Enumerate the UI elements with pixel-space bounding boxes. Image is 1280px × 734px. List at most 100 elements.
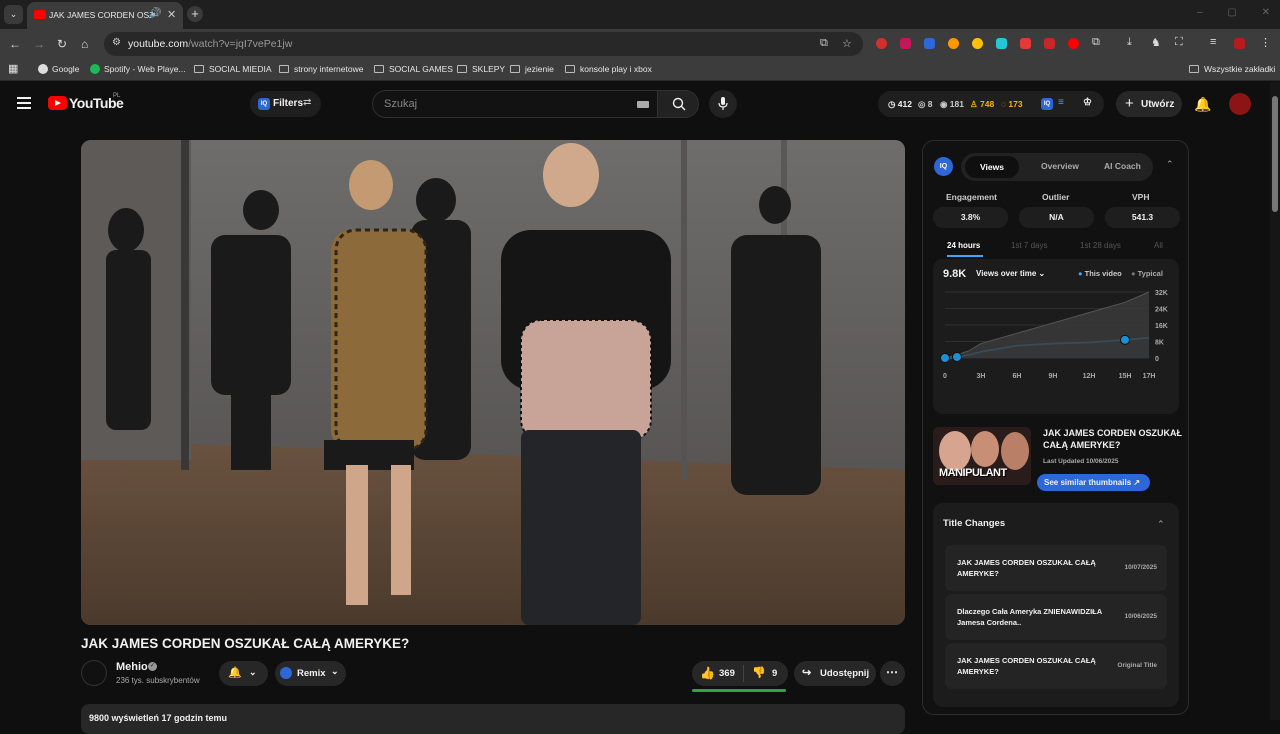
- microphone-icon: [718, 97, 728, 110]
- keyboard-icon[interactable]: [637, 101, 649, 108]
- chart-dropdown[interactable]: Views over time ⌄: [976, 269, 1045, 278]
- close-tab-icon[interactable]: ✕: [167, 8, 176, 21]
- new-tab-button[interactable]: +: [187, 6, 203, 22]
- range-first-7-days[interactable]: 1st 7 days: [1011, 241, 1047, 250]
- see-similar-thumbnails-button[interactable]: See similar thumbnails ↗: [1037, 474, 1150, 491]
- like-count[interactable]: 369: [719, 668, 735, 679]
- scrollbar-thumb[interactable]: [1272, 96, 1278, 212]
- extension-2-icon[interactable]: [900, 38, 911, 49]
- tab-overview[interactable]: Overview: [1041, 161, 1079, 171]
- tab-search-button[interactable]: ⌄: [4, 5, 23, 24]
- extension-9-icon[interactable]: [1068, 38, 1079, 49]
- account-avatar[interactable]: [1229, 93, 1251, 115]
- tab-ai-coach[interactable]: AI Coach: [1104, 161, 1141, 171]
- vidiq-logo-icon: IQ: [934, 157, 953, 176]
- forward-icon[interactable]: →: [33, 37, 45, 51]
- install-app-icon[interactable]: ⧉: [820, 37, 828, 50]
- extension-8-icon[interactable]: [1044, 38, 1055, 49]
- guide-menu-icon[interactable]: [17, 97, 31, 112]
- back-icon[interactable]: ←: [9, 37, 21, 51]
- share-button[interactable]: ↪ Udostępnij: [794, 661, 876, 686]
- bookmark-folder-konsole[interactable]: konsole play i xbox: [565, 64, 652, 74]
- bookmark-folder-strony[interactable]: strony internetowe: [279, 64, 363, 74]
- bookmark-folder-social-games[interactable]: SOCIAL GAMES: [374, 64, 453, 74]
- page-scrollbar[interactable]: [1270, 82, 1280, 720]
- vidiq-filters-button[interactable]: IQ Filters ⇄: [250, 91, 321, 117]
- extension-vidiq-icon[interactable]: [924, 38, 935, 49]
- youtube-header: YouTube PL IQ Filters ⇄ Szukaj ◷ 412 ◎ 8…: [0, 82, 1270, 126]
- search-input[interactable]: Szukaj: [372, 90, 658, 118]
- vidiq-icon[interactable]: IQ: [1041, 98, 1053, 110]
- range-first-28-days[interactable]: 1st 28 days: [1080, 241, 1121, 250]
- create-button[interactable]: + Utwórz: [1116, 91, 1182, 117]
- vidiq-stats-pill[interactable]: ◷ 412 ◎ 8 ◉ 181 ♙ 748 ◌ 173 IQ ≡ ♔: [878, 91, 1104, 117]
- reload-icon[interactable]: ↻: [57, 37, 67, 51]
- bookmark-folder-sklepy[interactable]: SKLEPY: [457, 64, 505, 74]
- extension-6-icon[interactable]: [996, 38, 1007, 49]
- video-title: JAK JAMES CORDEN OSZUKAŁ CAŁĄ AMERYKE?: [81, 636, 410, 651]
- metric-value-outlier: N/A: [1019, 207, 1094, 228]
- dislike-count: 9: [772, 668, 778, 679]
- site-info-icon[interactable]: ⚙: [112, 37, 121, 48]
- subscribed-bell-button[interactable]: 🔔 ⌄: [219, 661, 268, 686]
- collapse-chevron-icon[interactable]: ⌃: [1166, 159, 1174, 170]
- range-24-hours[interactable]: 24 hours: [947, 241, 980, 250]
- url-text[interactable]: youtube.com/watch?v=jqI7vePe1jw: [128, 38, 292, 50]
- extension-7-icon[interactable]: [1020, 38, 1031, 49]
- audio-playing-icon[interactable]: 🔊: [149, 8, 161, 19]
- list-icon[interactable]: ≡: [1058, 97, 1064, 108]
- translate-icon[interactable]: ⛶: [1175, 36, 1183, 49]
- extension-5-icon[interactable]: [972, 38, 983, 49]
- bookmark-folder-jezienie[interactable]: jezienie: [510, 64, 554, 74]
- browser-tab-strip: ⌄ JAK JAMES CORDEN OSZUK 🔊 ✕ + – ▢ ✕: [0, 0, 1280, 29]
- title-changes-heading: Title Changes: [943, 518, 1006, 529]
- extensions-puzzle-icon[interactable]: ⧉: [1092, 36, 1100, 49]
- stat-score: ◌ 173: [1001, 99, 1023, 109]
- youtube-logo-icon[interactable]: [48, 96, 67, 110]
- channel-name[interactable]: Mehio: [116, 661, 148, 673]
- menu-kebab-icon[interactable]: ⋮: [1260, 36, 1271, 49]
- window-controls[interactable]: – ▢ ✕: [1197, 7, 1270, 18]
- profile-icon[interactable]: [1234, 38, 1245, 49]
- video-thumbnail[interactable]: MANIPULANT: [933, 427, 1031, 485]
- panel-tab-bar: Views Overview AI Coach: [961, 153, 1153, 181]
- views-over-time-chart: 32K 24K 16K 8K 0 0 3H 6H 9H 12H 15H 17H: [940, 290, 1168, 380]
- active-range-underline: [947, 255, 983, 257]
- video-player[interactable]: [81, 140, 905, 625]
- more-icon: ⋯: [886, 665, 898, 679]
- channel-avatar[interactable]: [81, 660, 107, 686]
- browser-tab-active[interactable]: JAK JAMES CORDEN OSZUK 🔊 ✕: [27, 2, 183, 29]
- folder-icon: [374, 65, 384, 73]
- all-bookmarks-folder[interactable]: Wszystkie zakładki: [1189, 64, 1275, 74]
- bookmark-spotify[interactable]: Spotify - Web Playe...: [90, 64, 186, 74]
- title-change-item: JAK JAMES CORDEN OSZUKAŁ CAŁĄ AMERYKE? 1…: [945, 545, 1167, 591]
- dislike-icon[interactable]: 👎: [752, 666, 766, 679]
- collapse-chevron-icon[interactable]: ⌃: [1157, 519, 1165, 530]
- apps-grid-icon[interactable]: ▦: [8, 62, 18, 75]
- extension-1-icon[interactable]: [876, 38, 887, 49]
- like-ratio-bar: [692, 689, 786, 692]
- voice-search-button[interactable]: [709, 90, 737, 118]
- notifications-bell-icon[interactable]: 🔔: [1194, 96, 1211, 113]
- plus-icon: +: [1125, 95, 1134, 112]
- trophy-icon[interactable]: ♔: [1083, 97, 1092, 108]
- bookmark-star-icon[interactable]: ☆: [842, 37, 852, 50]
- bookmark-google[interactable]: Google: [38, 64, 79, 74]
- extension-4-icon[interactable]: [948, 38, 959, 49]
- youtube-favicon-icon: [34, 10, 46, 19]
- y-tick-label: 16K: [1155, 323, 1168, 330]
- vidiq-remix-button[interactable]: Remix ⌄: [275, 661, 346, 686]
- search-button[interactable]: [657, 90, 699, 118]
- extension-10-icon[interactable]: ♞: [1151, 36, 1161, 49]
- reading-list-icon[interactable]: ≡: [1210, 36, 1216, 48]
- address-bar[interactable]: ⚙ youtube.com/watch?v=jqI7vePe1jw ⧉ ☆: [104, 32, 863, 56]
- title-change-text: JAK JAMES CORDEN OSZUKAŁ CAŁĄ AMERYKE?: [957, 558, 1096, 578]
- downloads-icon[interactable]: ⤓: [1127, 36, 1132, 49]
- home-icon[interactable]: ⌂: [81, 37, 88, 51]
- more-actions-button[interactable]: ⋯: [880, 661, 905, 686]
- range-all[interactable]: All: [1154, 241, 1163, 250]
- like-icon[interactable]: 👍: [700, 666, 715, 680]
- description-box[interactable]: 9800 wyświetleń 17 godzin temu: [81, 704, 905, 734]
- tab-views[interactable]: Views: [965, 156, 1019, 178]
- bookmark-folder-social-media[interactable]: SOCIAL MIEDIA: [194, 64, 272, 74]
